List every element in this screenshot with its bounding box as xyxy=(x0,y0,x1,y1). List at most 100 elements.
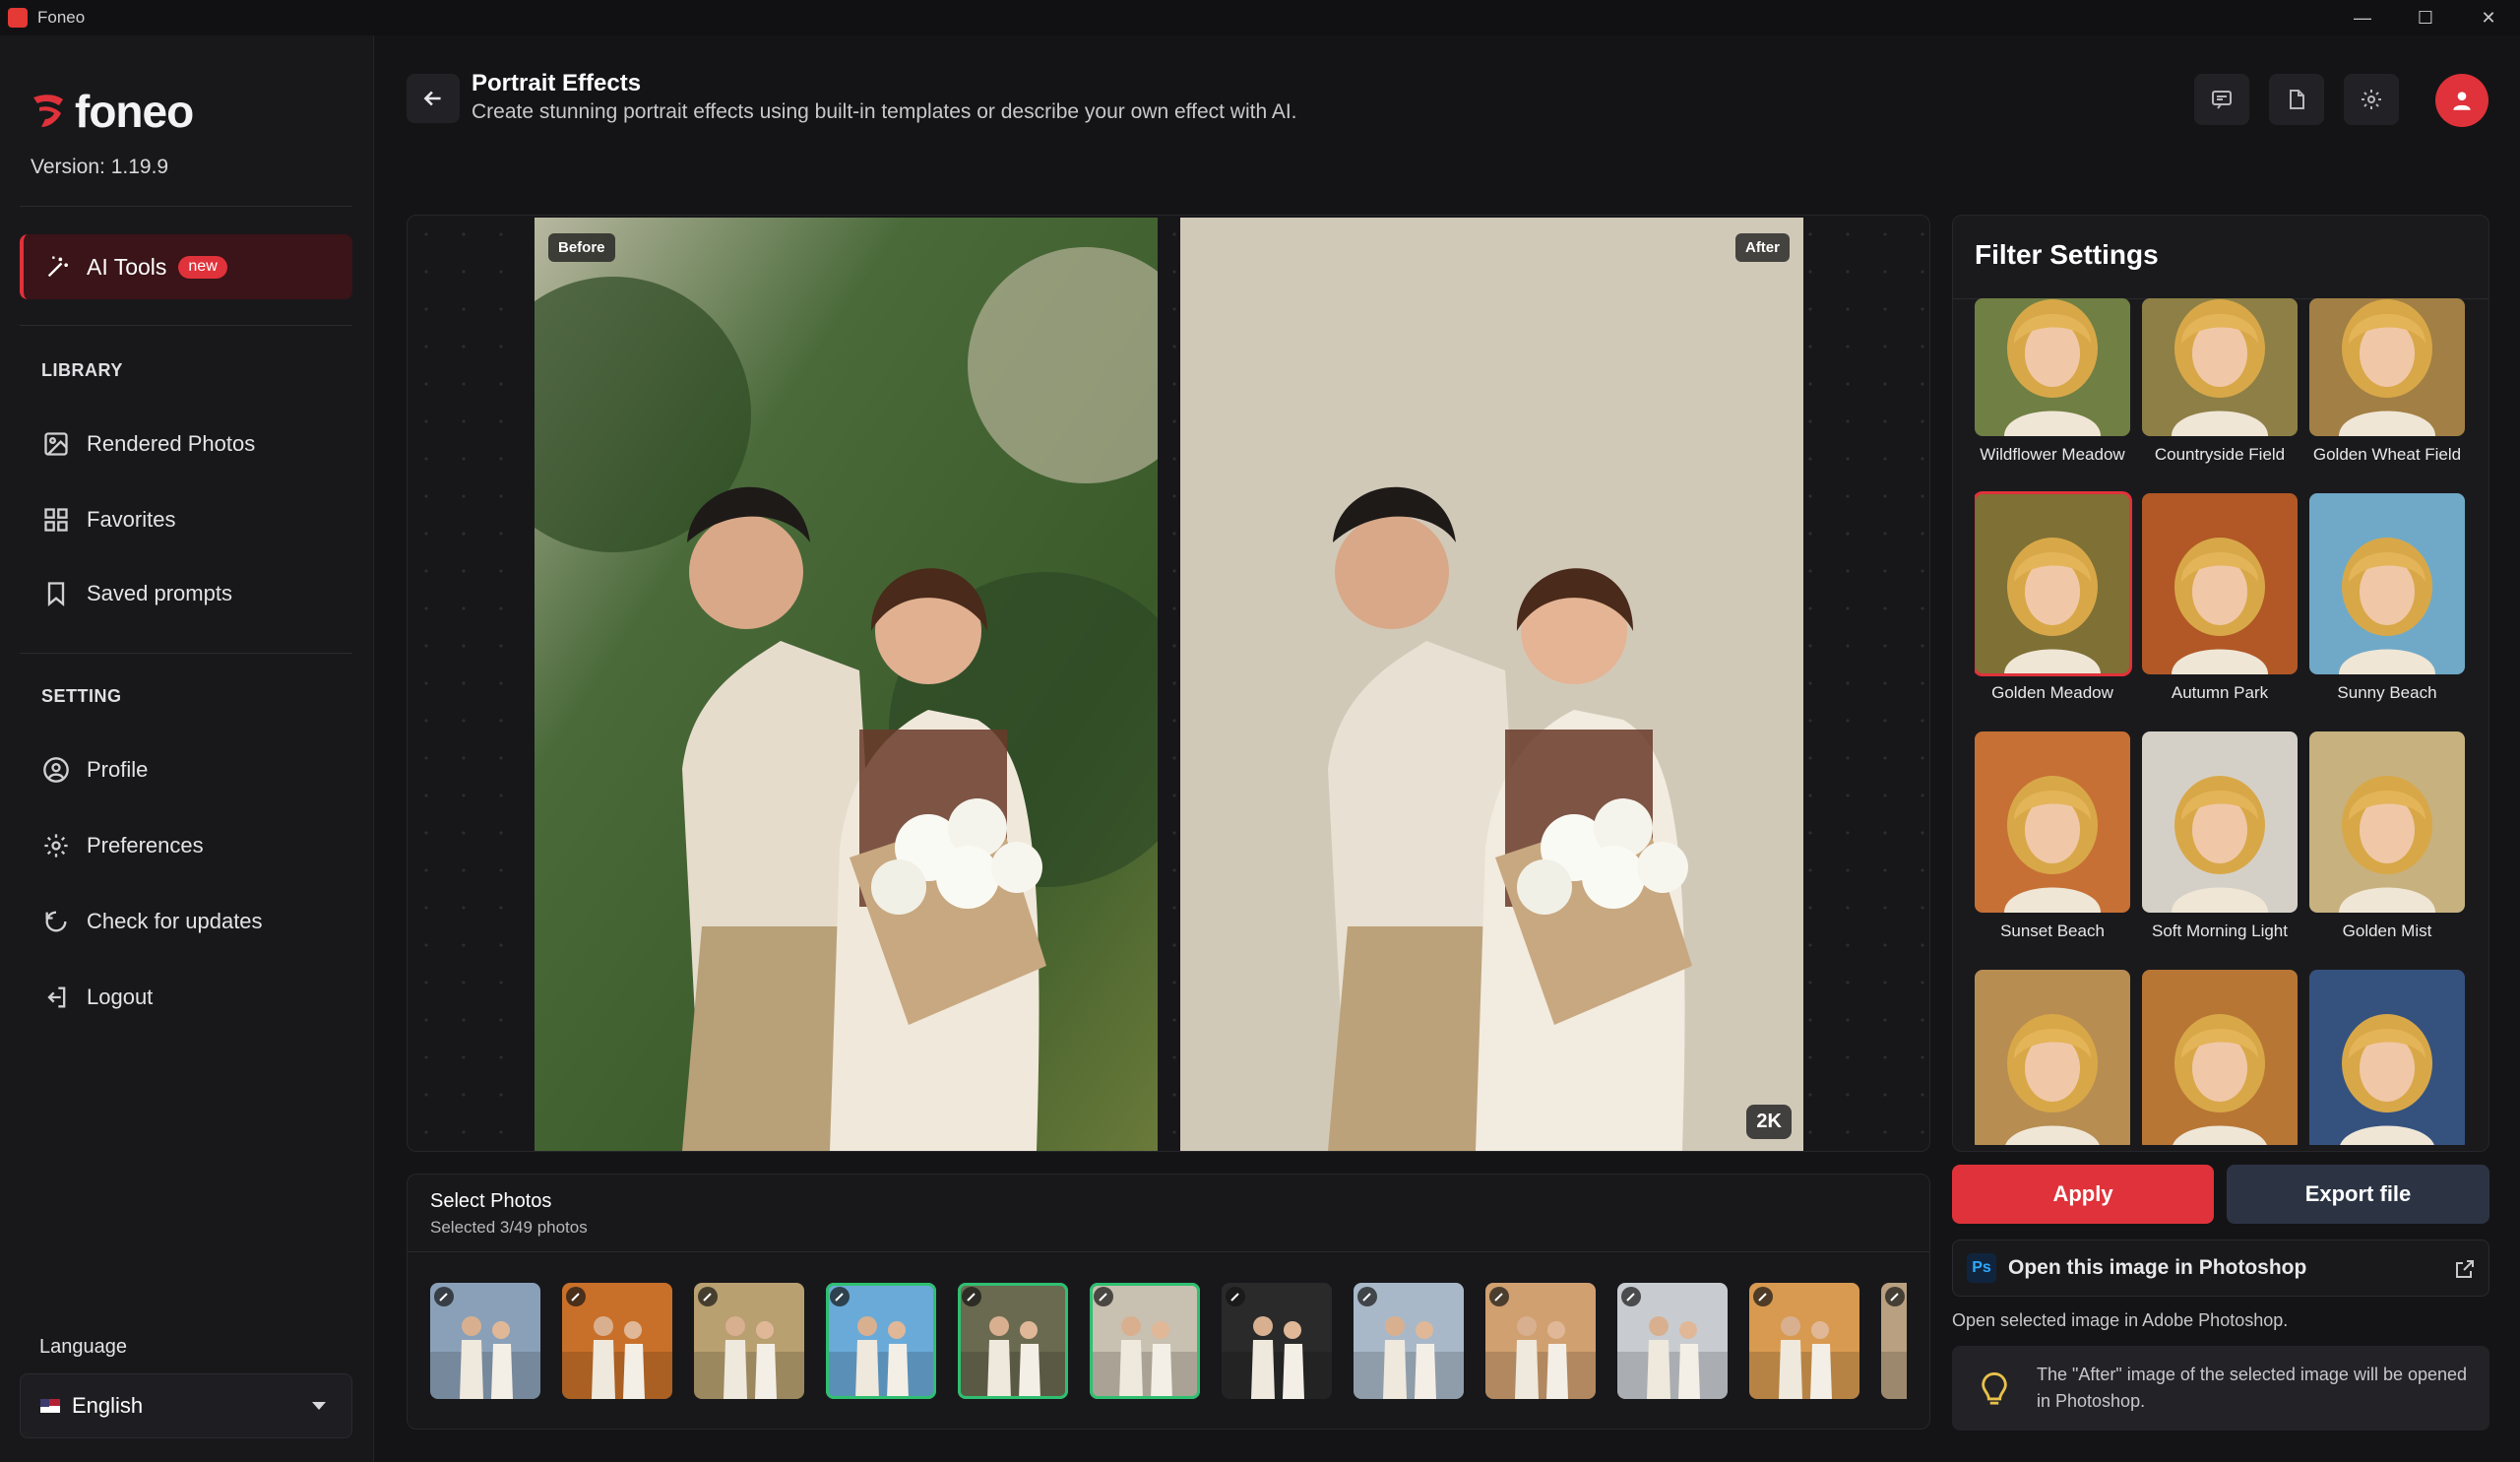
filter-grid: Wildflower Meadow Countryside Field Golden… xyxy=(1975,298,2477,1145)
edit-icon[interactable] xyxy=(1753,1287,1773,1306)
language-select[interactable]: English xyxy=(20,1373,352,1438)
edit-icon[interactable] xyxy=(962,1287,981,1306)
photo-thumbnail[interactable] xyxy=(1617,1283,1728,1399)
filter-thumbnail xyxy=(1975,970,2130,1145)
sidebar-item-label: Preferences xyxy=(87,833,204,858)
photo-thumbnail[interactable] xyxy=(1881,1283,1907,1399)
filter-card[interactable]: Golden Wheat Field xyxy=(2309,298,2465,465)
maximize-button[interactable]: ☐ xyxy=(2394,0,2457,35)
edit-icon[interactable] xyxy=(1094,1287,1113,1306)
edit-icon[interactable] xyxy=(1226,1287,1245,1306)
sidebar-item-label: Logout xyxy=(87,985,154,1009)
close-button[interactable]: ✕ xyxy=(2457,0,2520,35)
photo-thumbnail[interactable] xyxy=(1090,1283,1200,1399)
window-title: Foneo xyxy=(37,8,86,27)
us-flag-icon xyxy=(40,1399,60,1413)
filter-card[interactable] xyxy=(1975,970,2130,1145)
filter-card[interactable]: Sunny Beach xyxy=(2309,493,2465,703)
filter-label: Golden Meadow xyxy=(1991,683,2113,702)
sidebar-item-ai-tools[interactable]: AI Tools new xyxy=(20,234,352,299)
export-file-button[interactable]: Export file xyxy=(2227,1165,2489,1224)
sidebar-item-saved-prompts[interactable]: Saved prompts xyxy=(41,574,232,613)
user-circle-icon xyxy=(41,755,71,785)
edit-icon[interactable] xyxy=(1621,1287,1641,1306)
sidebar-item-favorites[interactable]: Favorites xyxy=(41,500,175,540)
photo-thumbnail[interactable] xyxy=(1485,1283,1596,1399)
filter-card[interactable]: Countryside Field xyxy=(2142,298,2298,465)
apply-button[interactable]: Apply xyxy=(1952,1165,2214,1224)
sidebar-item-preferences[interactable]: Preferences xyxy=(41,826,204,865)
edit-icon[interactable] xyxy=(566,1287,586,1306)
filter-thumbnail xyxy=(1975,731,2130,913)
edit-icon[interactable] xyxy=(1489,1287,1509,1306)
photoshop-note-text: The "After" image of the selected image … xyxy=(2037,1365,2468,1411)
filter-thumbnail xyxy=(2142,970,2298,1145)
edit-icon[interactable] xyxy=(1885,1287,1905,1306)
photo-thumbnail[interactable] xyxy=(430,1283,540,1399)
photo-thumbnail-strip xyxy=(430,1283,1907,1401)
ai-tools-label: AI Tools xyxy=(87,253,167,280)
feedback-button[interactable] xyxy=(2194,74,2249,125)
after-tag: After xyxy=(1734,233,1790,262)
filter-card[interactable]: Golden Meadow xyxy=(1975,491,2132,703)
photo-thumbnail[interactable] xyxy=(1749,1283,1859,1399)
filter-card[interactable] xyxy=(2309,970,2465,1145)
photo-thumbnail[interactable] xyxy=(1222,1283,1332,1399)
sidebar-item-profile[interactable]: Profile xyxy=(41,750,148,790)
after-image: After 2K xyxy=(1180,218,1803,1151)
app-version: Version: 1.19.9 xyxy=(31,156,169,178)
bookmark-icon xyxy=(41,579,71,608)
photoshop-note: The "After" image of the selected image … xyxy=(1952,1346,2489,1430)
filter-label: Golden Wheat Field xyxy=(2312,445,2462,464)
filter-label: Golden Mist xyxy=(2342,922,2432,940)
sidebar-item-logout[interactable]: Logout xyxy=(41,978,153,1017)
sidebar-item-check-for-updates[interactable]: Check for updates xyxy=(41,902,263,941)
edit-icon[interactable] xyxy=(830,1287,850,1306)
logout-icon xyxy=(41,983,71,1012)
sidebar-item-label: Check for updates xyxy=(87,909,263,933)
settings-button[interactable] xyxy=(2344,74,2399,125)
filter-card[interactable]: Golden Mist xyxy=(2309,731,2465,941)
photo-thumbnail[interactable] xyxy=(1354,1283,1464,1399)
filter-label: Countryside Field xyxy=(2154,445,2286,464)
setting-section-title: SETTING xyxy=(41,686,122,706)
image-icon xyxy=(41,429,71,459)
sidebar-item-rendered-photos[interactable]: Rendered Photos xyxy=(41,424,255,464)
filter-card[interactable]: Wildflower Meadow xyxy=(1975,298,2130,465)
filter-card[interactable]: Autumn Park xyxy=(2142,493,2298,703)
filter-settings-panel: Filter Settings Wildflower Meadow Country… xyxy=(1952,215,2489,1152)
filter-thumbnail xyxy=(2142,731,2298,913)
avatar[interactable] xyxy=(2435,74,2488,127)
filter-thumbnail xyxy=(2309,731,2465,913)
page-subtitle: Create stunning portrait effects using b… xyxy=(472,100,1297,123)
document-button[interactable] xyxy=(2269,74,2324,125)
edit-icon[interactable] xyxy=(434,1287,454,1306)
sidebar: foneo Version: 1.19.9 AI Tools new LIBRA… xyxy=(0,35,374,1462)
language-label: Language xyxy=(39,1336,127,1358)
filter-card[interactable]: Sunset Beach xyxy=(1975,731,2130,941)
back-button[interactable] xyxy=(407,74,460,123)
photo-thumbnail[interactable] xyxy=(958,1283,1068,1399)
user-icon xyxy=(2453,92,2471,110)
filter-card[interactable]: Soft Morning Light xyxy=(2142,731,2298,941)
before-tag: Before xyxy=(548,233,615,262)
before-image: Before xyxy=(535,218,1158,1151)
photo-thumbnail[interactable] xyxy=(826,1283,936,1399)
photo-thumbnail[interactable] xyxy=(562,1283,672,1399)
open-in-photoshop-button[interactable]: Ps Open this image in Photoshop xyxy=(1952,1240,2489,1297)
filter-thumbnail xyxy=(2309,970,2465,1145)
edit-icon[interactable] xyxy=(698,1287,718,1306)
divider xyxy=(20,206,352,207)
brand-logo-icon xyxy=(30,92,69,131)
filter-thumbnail xyxy=(1975,298,2130,436)
library-section-title: LIBRARY xyxy=(41,360,123,380)
filter-thumbnail xyxy=(2309,493,2465,674)
refresh-icon xyxy=(41,907,71,936)
filter-label: Autumn Park xyxy=(2171,683,2269,702)
edit-icon[interactable] xyxy=(1357,1287,1377,1306)
minimize-button[interactable]: — xyxy=(2331,0,2394,35)
select-photos-panel: Select Photos Selected 3/49 photos xyxy=(407,1174,1930,1430)
filter-card[interactable] xyxy=(2142,970,2298,1145)
photo-thumbnail[interactable] xyxy=(694,1283,804,1399)
page-title: Portrait Effects xyxy=(472,70,642,96)
